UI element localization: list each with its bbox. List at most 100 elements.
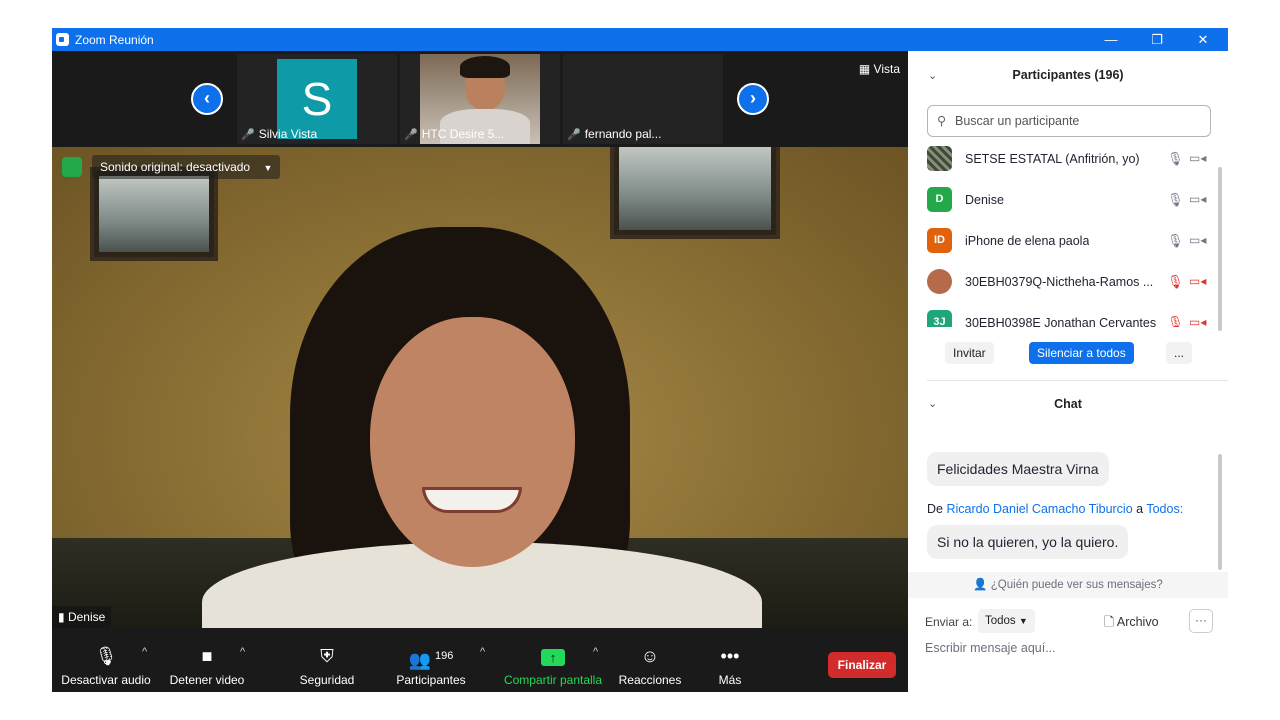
grid-icon: ▦ [858, 62, 871, 76]
list-item[interactable]: 30EBH0379Q-Nictheha-Ramos ... 🎙 ▭◂ [927, 262, 1212, 303]
video-area: ‹ S 🎤 Silvia Vista 🎤 HTC Desire 5... 🎤 fern… [52, 51, 908, 628]
invite-button[interactable]: Invitar [945, 342, 994, 364]
chat-more-button[interactable]: ··· [1189, 609, 1213, 633]
emoji-add-icon: ☺ [640, 646, 660, 666]
participants-icon: 👥 196 [408, 650, 454, 670]
title-bar: Zoom Reunión — ❐ ✕ [52, 28, 1228, 51]
chevron-left-icon: ‹ [204, 88, 210, 108]
chat-message: Felicidades Maestra Virna [927, 452, 1109, 486]
participant-list: SETSE ESTATAL (Anfitrión, yo) 🎙 ▭◂ D Den… [908, 139, 1228, 327]
microphone-icon: 🎙 [94, 646, 118, 666]
chat-title: Chat [1054, 397, 1082, 411]
camera-icon[interactable]: ▭◂ [1189, 151, 1206, 165]
security-button[interactable]: ⛨ Seguridad [294, 628, 360, 692]
mute-all-button[interactable]: Silenciar a todos [1029, 342, 1134, 364]
send-to-label: Enviar a: [925, 615, 973, 629]
camera-icon: ■ [201, 646, 213, 666]
list-item[interactable]: ID iPhone de elena paola 🎙 ▭◂ [927, 221, 1212, 262]
mic-muted-icon: 🎤 [241, 129, 255, 141]
minimize-button[interactable]: — [1088, 28, 1134, 51]
mute-audio-button[interactable]: 🎙 Desactivar audio [60, 628, 152, 692]
chevron-down-icon: ▼ [263, 163, 273, 173]
participant-search-input[interactable]: ⚲ Buscar un participante [927, 105, 1211, 137]
side-panel: ⌄ Participantes (196) ⚲ Buscar un partic… [908, 51, 1228, 692]
video-options-caret[interactable]: ^ [240, 646, 245, 658]
zoom-window: Zoom Reunión — ❐ ✕ ‹ S 🎤 Silvia Vista 🎤 HT… [52, 28, 1228, 692]
microphone-icon[interactable]: 🎙 [1167, 192, 1184, 208]
view-button[interactable]: ▦ Vista [859, 62, 900, 76]
camera-off-icon[interactable]: ▭◂ [1189, 315, 1206, 327]
thumbnail-name: 🎤 fernando pal... [567, 127, 662, 141]
avatar: ID [927, 228, 952, 253]
search-icon: ⚲ [937, 114, 947, 128]
chevron-down-icon: ▼ [1018, 616, 1028, 626]
recipient-name[interactable]: Todos: [1146, 502, 1183, 516]
participant-scrollbar[interactable] [1218, 167, 1222, 331]
wall-picture [90, 167, 218, 261]
list-item[interactable]: SETSE ESTATAL (Anfitrión, yo) 🎙 ▭◂ [927, 139, 1212, 180]
list-item[interactable]: 3J 30EBH0398E Jonathan Cervantes 🎙 ▭◂ [927, 303, 1212, 327]
next-page-button[interactable]: › [737, 83, 769, 115]
recipient-select[interactable]: Todos ▼ [978, 609, 1035, 633]
encryption-shield-icon [62, 157, 82, 177]
participants-options-caret[interactable]: ^ [480, 646, 485, 658]
thumbnail-name: 🎤 Silvia Vista [241, 127, 318, 141]
microphone-icon[interactable]: 🎙 [1167, 151, 1184, 167]
share-options-caret[interactable]: ^ [593, 646, 598, 658]
file-icon: 🗋 [1104, 615, 1115, 629]
chat-message: Si no la quieren, yo la quiero. [927, 525, 1129, 559]
end-meeting-button[interactable]: Finalizar [828, 652, 896, 678]
close-button[interactable]: ✕ [1180, 28, 1226, 51]
window-title: Zoom Reunión [75, 33, 154, 47]
camera-off-icon[interactable]: ▭◂ [1189, 274, 1206, 288]
reactions-button[interactable]: ☺ Reacciones [618, 628, 682, 692]
more-button[interactable]: ••• Más [710, 628, 750, 692]
zoom-app-icon [56, 33, 69, 46]
mic-muted-icon: 🎤 [404, 129, 418, 141]
share-screen-button[interactable]: ↑ Compartir pantalla [500, 628, 606, 692]
microphone-muted-icon[interactable]: 🎙 [1167, 274, 1184, 290]
active-speaker-video: Sonido original: desactivado ▼ ▮ Denise [52, 147, 908, 628]
meeting-toolbar: 🎙 Desactivar audio ^ ■ Detener video ^ ⛨… [52, 628, 908, 692]
chevron-right-icon: › [750, 88, 756, 108]
participant-thumbnail[interactable]: 🎤 HTC Desire 5... [400, 54, 560, 144]
speaker-face [370, 317, 575, 567]
participants-button[interactable]: 👥 196 Participantes [392, 628, 470, 692]
participants-more-button[interactable]: ... [1166, 342, 1193, 364]
wall-picture [610, 147, 780, 239]
participant-thumbnail[interactable]: S 🎤 Silvia Vista [237, 54, 397, 144]
avatar: D [927, 187, 952, 212]
microphone-icon[interactable]: 🎙 [1167, 233, 1184, 249]
avatar: 3J [927, 310, 952, 327]
ellipsis-icon: ••• [720, 646, 740, 666]
restore-button[interactable]: ❐ [1134, 28, 1180, 51]
participants-count: 196 [435, 650, 454, 662]
participants-title: Participantes (196) [1012, 68, 1124, 82]
message-visibility-link[interactable]: 👤 ¿Quién puede ver sus mensajes? [908, 572, 1228, 598]
list-item[interactable]: D Denise 🎙 ▭◂ [927, 180, 1212, 221]
avatar [927, 146, 952, 171]
microphone-muted-icon[interactable]: 🎙 [1167, 315, 1184, 327]
file-button[interactable]: 🗋 Archivo [1104, 613, 1159, 634]
chat-scrollbar[interactable] [1218, 454, 1222, 570]
camera-icon[interactable]: ▭◂ [1189, 192, 1206, 206]
sender-name[interactable]: Ricardo Daniel Camacho Tiburcio [946, 502, 1132, 516]
participant-thumbnail[interactable]: 🎤 fernando pal... [563, 54, 723, 144]
share-arrow-icon: ↑ [500, 644, 606, 668]
camera-icon[interactable]: ▭◂ [1189, 233, 1206, 247]
thumbnail-strip: ‹ S 🎤 Silvia Vista 🎤 HTC Desire 5... 🎤 fern… [52, 51, 908, 147]
signal-bars-icon: ▮ [58, 610, 65, 624]
person-icon: 👤 [973, 579, 988, 591]
divider [927, 380, 1228, 381]
original-sound-toggle[interactable]: Sonido original: desactivado ▼ [92, 155, 281, 179]
chat-message-input[interactable]: Escribir mensaje aquí... [925, 641, 1215, 655]
stop-video-button[interactable]: ■ Detener video [164, 628, 250, 692]
prev-page-button[interactable]: ‹ [191, 83, 223, 115]
avatar [927, 269, 952, 294]
audio-options-caret[interactable]: ^ [142, 646, 147, 658]
shield-icon: ⛨ [320, 646, 334, 666]
mic-muted-icon: 🎤 [567, 129, 581, 141]
chat-sender-line: De Ricardo Daniel Camacho Tiburcio a Tod… [927, 502, 1184, 516]
thumbnail-name: 🎤 HTC Desire 5... [404, 127, 505, 141]
speaker-smile [422, 487, 522, 513]
